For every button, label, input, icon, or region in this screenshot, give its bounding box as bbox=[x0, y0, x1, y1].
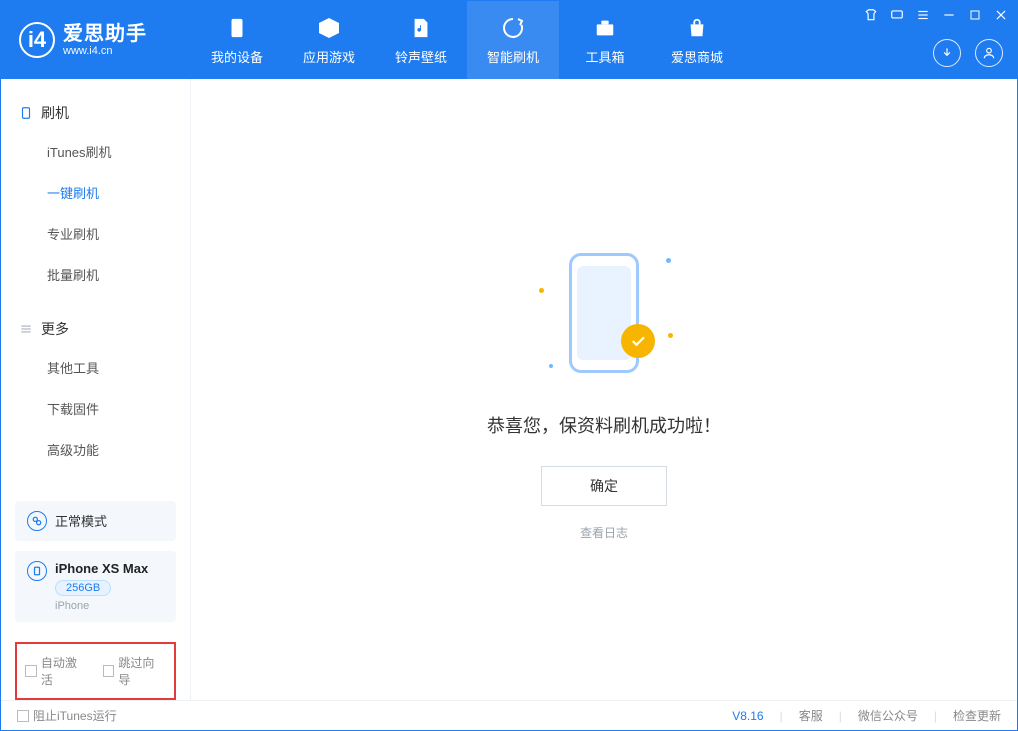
cube-icon bbox=[316, 15, 342, 41]
sidebar-header-label: 刷机 bbox=[41, 103, 69, 123]
statusbar-right: V8.16 | 客服 | 微信公众号 | 检查更新 bbox=[732, 707, 1001, 724]
sidebar-item-pro-flash[interactable]: 专业刷机 bbox=[1, 213, 190, 254]
success-illustration bbox=[529, 238, 679, 388]
checkbox-label: 阻止iTunes运行 bbox=[33, 707, 117, 724]
sidebar-item-download-firmware[interactable]: 下载固件 bbox=[1, 388, 190, 429]
user-icon[interactable] bbox=[975, 39, 1003, 67]
status-bar: 阻止iTunes运行 V8.16 | 客服 | 微信公众号 | 检查更新 bbox=[1, 700, 1017, 730]
tab-smart-flash[interactable]: 智能刷机 bbox=[467, 1, 559, 79]
skin-icon[interactable] bbox=[863, 7, 879, 23]
sidebar-header-flash: 刷机 bbox=[1, 95, 190, 131]
check-badge-icon bbox=[621, 324, 655, 358]
device-icon bbox=[19, 106, 33, 120]
tab-ring-wallpaper[interactable]: 铃声壁纸 bbox=[375, 1, 467, 79]
sidebar-item-other-tools[interactable]: 其他工具 bbox=[1, 347, 190, 388]
header-actions bbox=[933, 39, 1003, 67]
device-mode-box[interactable]: 正常模式 bbox=[15, 501, 176, 541]
sparkle-icon bbox=[549, 364, 553, 368]
sidebar-section-flash: 刷机 iTunes刷机 一键刷机 专业刷机 批量刷机 bbox=[1, 79, 190, 295]
sidebar-header-label: 更多 bbox=[41, 319, 69, 339]
checkbox-box-icon bbox=[103, 665, 115, 677]
close-button[interactable] bbox=[993, 7, 1009, 23]
download-icon[interactable] bbox=[933, 39, 961, 67]
tab-toolbox[interactable]: 工具箱 bbox=[559, 1, 651, 79]
app-title: 爱思助手 bbox=[63, 23, 147, 45]
logo-icon: i4 bbox=[19, 22, 55, 58]
checkbox-block-itunes[interactable]: 阻止iTunes运行 bbox=[17, 707, 117, 724]
divider: | bbox=[839, 709, 842, 723]
sparkle-icon bbox=[666, 258, 671, 263]
mode-icon bbox=[27, 511, 47, 531]
support-link[interactable]: 客服 bbox=[799, 707, 823, 724]
device-name: iPhone XS Max bbox=[55, 561, 148, 576]
bag-icon bbox=[684, 15, 710, 41]
phone-icon bbox=[224, 15, 250, 41]
app-subtitle: www.i4.cn bbox=[63, 45, 147, 57]
toolbox-icon bbox=[592, 15, 618, 41]
checkbox-box-icon bbox=[17, 710, 29, 722]
tab-label: 应用游戏 bbox=[303, 47, 355, 66]
sidebar-item-batch-flash[interactable]: 批量刷机 bbox=[1, 254, 190, 295]
device-capacity: 256GB bbox=[55, 580, 111, 596]
logo-text: 爱思助手 www.i4.cn bbox=[63, 23, 147, 57]
maximize-button[interactable] bbox=[967, 7, 983, 23]
checkbox-label: 自动激活 bbox=[41, 654, 89, 688]
device-info: iPhone XS Max 256GB iPhone bbox=[55, 561, 148, 612]
feedback-icon[interactable] bbox=[889, 7, 905, 23]
checkbox-skip-guide[interactable]: 跳过向导 bbox=[103, 654, 167, 688]
divider: | bbox=[934, 709, 937, 723]
success-message: 恭喜您，保资料刷机成功啦！ bbox=[487, 412, 721, 438]
music-file-icon bbox=[408, 15, 434, 41]
sidebar-header-more: 更多 bbox=[1, 311, 190, 347]
tab-store[interactable]: 爱思商城 bbox=[651, 1, 743, 79]
checkbox-auto-activate[interactable]: 自动激活 bbox=[25, 654, 89, 688]
sidebar-item-oneclick-flash[interactable]: 一键刷机 bbox=[1, 172, 190, 213]
tab-apps-games[interactable]: 应用游戏 bbox=[283, 1, 375, 79]
main-content: 恭喜您，保资料刷机成功啦！ 确定 查看日志 bbox=[191, 79, 1017, 700]
window-controls bbox=[863, 7, 1009, 23]
menu-icon[interactable] bbox=[915, 7, 931, 23]
sidebar-item-itunes-flash[interactable]: iTunes刷机 bbox=[1, 131, 190, 172]
refresh-shield-icon bbox=[500, 15, 526, 41]
body: 刷机 iTunes刷机 一键刷机 专业刷机 批量刷机 更多 其他工具 下载固件 … bbox=[1, 79, 1017, 700]
options-row: 自动激活 跳过向导 bbox=[15, 642, 176, 700]
checkbox-box-icon bbox=[25, 665, 37, 677]
tab-label: 工具箱 bbox=[585, 47, 624, 66]
tab-label: 铃声壁纸 bbox=[395, 47, 447, 66]
version-label: V8.16 bbox=[732, 709, 763, 723]
minimize-button[interactable] bbox=[941, 7, 957, 23]
list-icon bbox=[19, 322, 33, 336]
device-info-box[interactable]: iPhone XS Max 256GB iPhone bbox=[15, 551, 176, 622]
view-log-link[interactable]: 查看日志 bbox=[580, 524, 628, 541]
logo-area: i4 爱思助手 www.i4.cn bbox=[1, 1, 191, 79]
ok-button[interactable]: 确定 bbox=[541, 466, 667, 506]
checkbox-label: 跳过向导 bbox=[118, 654, 166, 688]
device-type: iPhone bbox=[55, 600, 148, 612]
app-header: i4 爱思助手 www.i4.cn 我的设备 应用游戏 铃声壁纸 智能刷机 工具… bbox=[1, 1, 1017, 79]
logo-letter: i4 bbox=[28, 27, 46, 53]
device-panel: 正常模式 iPhone XS Max 256GB iPhone bbox=[1, 491, 190, 632]
tab-label: 我的设备 bbox=[211, 47, 263, 66]
sidebar-section-more: 更多 其他工具 下载固件 高级功能 bbox=[1, 295, 190, 470]
check-update-link[interactable]: 检查更新 bbox=[953, 707, 1001, 724]
nav-tabs: 我的设备 应用游戏 铃声壁纸 智能刷机 工具箱 爱思商城 bbox=[191, 1, 743, 79]
device-mode-label: 正常模式 bbox=[55, 511, 107, 530]
sidebar-item-advanced[interactable]: 高级功能 bbox=[1, 429, 190, 470]
sidebar: 刷机 iTunes刷机 一键刷机 专业刷机 批量刷机 更多 其他工具 下载固件 … bbox=[1, 79, 191, 700]
wechat-link[interactable]: 微信公众号 bbox=[858, 707, 918, 724]
phone-small-icon bbox=[27, 561, 47, 581]
sparkle-icon bbox=[539, 288, 544, 293]
tab-label: 爱思商城 bbox=[671, 47, 723, 66]
sparkle-icon bbox=[668, 333, 673, 338]
tab-my-device[interactable]: 我的设备 bbox=[191, 1, 283, 79]
divider: | bbox=[780, 709, 783, 723]
tab-label: 智能刷机 bbox=[487, 47, 539, 66]
